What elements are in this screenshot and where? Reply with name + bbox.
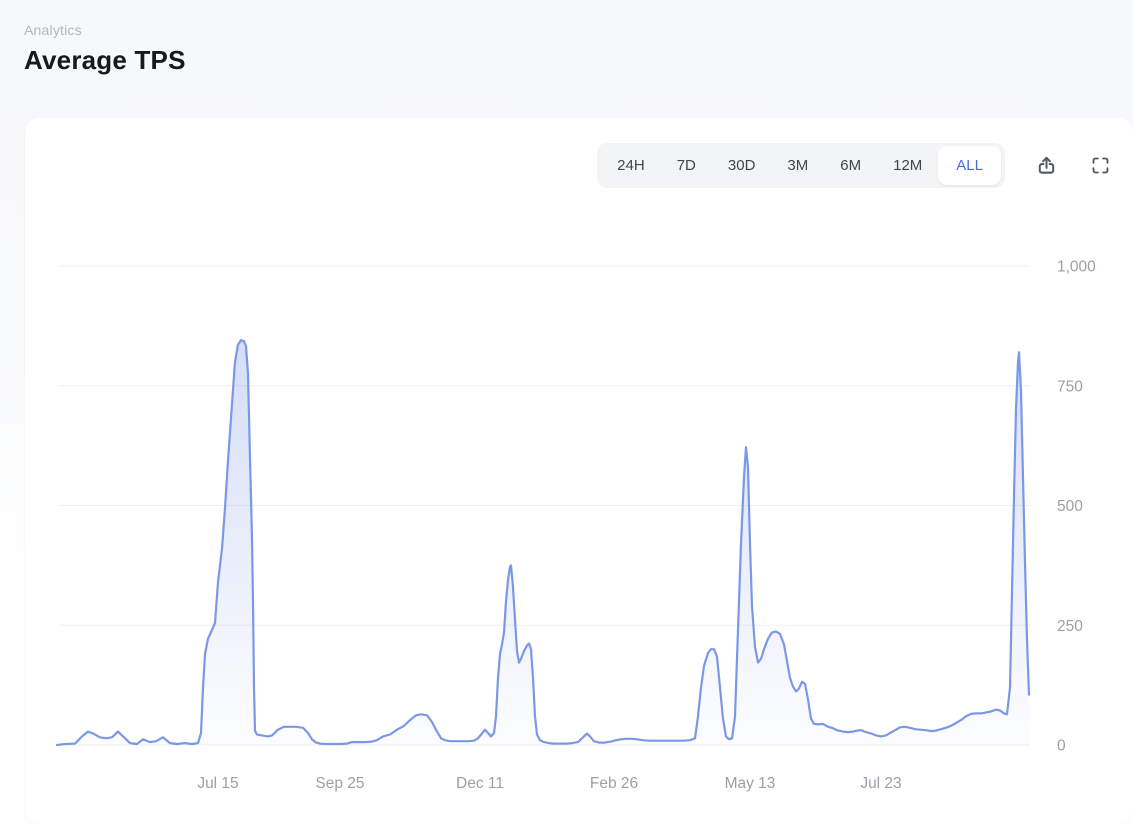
x-tick-label: Jul 23 bbox=[860, 775, 901, 792]
range-button-6m[interactable]: 6M bbox=[824, 146, 877, 185]
range-button-12m[interactable]: 12M bbox=[877, 146, 938, 185]
breadcrumb: Analytics bbox=[24, 22, 186, 38]
y-tick-label: 500 bbox=[1057, 498, 1083, 515]
tps-area-chart: 0 250 500 750 1,000 Jul 15 Sep 25 Dec 11 Feb 26 M… bbox=[25, 118, 1133, 824]
export-button[interactable] bbox=[1033, 152, 1059, 178]
upload-icon bbox=[1035, 154, 1058, 177]
x-tick-label: Jul 15 bbox=[197, 775, 238, 792]
range-button-24h[interactable]: 24H bbox=[601, 146, 661, 185]
y-tick-label: 750 bbox=[1057, 378, 1083, 395]
fullscreen-button[interactable] bbox=[1087, 152, 1113, 178]
series-line bbox=[57, 340, 1029, 745]
range-button-3m[interactable]: 3M bbox=[771, 146, 824, 185]
time-range-group: 24H7D30D3M6M12MALL bbox=[597, 143, 1005, 188]
x-axis-labels: Jul 15 Sep 25 Dec 11 Feb 26 May 13 Jul 23 bbox=[197, 775, 901, 792]
range-button-all[interactable]: ALL bbox=[938, 146, 1001, 185]
chart-toolbar: 24H7D30D3M6M12MALL bbox=[597, 142, 1113, 188]
page-title: Average TPS bbox=[24, 45, 186, 76]
x-tick-label: Dec 11 bbox=[456, 775, 504, 792]
fullscreen-icon bbox=[1090, 155, 1111, 176]
x-tick-label: Sep 25 bbox=[315, 775, 364, 792]
range-button-7d[interactable]: 7D bbox=[661, 146, 712, 185]
y-tick-label: 1,000 bbox=[1057, 259, 1096, 276]
x-tick-label: Feb 26 bbox=[590, 775, 638, 792]
range-button-30d[interactable]: 30D bbox=[712, 146, 772, 185]
y-tick-label: 250 bbox=[1057, 618, 1083, 635]
x-tick-label: May 13 bbox=[725, 775, 776, 792]
y-tick-label: 0 bbox=[1057, 738, 1066, 755]
y-axis-labels: 0 250 500 750 1,000 bbox=[1057, 259, 1096, 755]
page-header: Analytics Average TPS bbox=[24, 22, 186, 76]
chart-card: 0 250 500 750 1,000 Jul 15 Sep 25 Dec 11 Feb 26 M… bbox=[25, 118, 1133, 824]
